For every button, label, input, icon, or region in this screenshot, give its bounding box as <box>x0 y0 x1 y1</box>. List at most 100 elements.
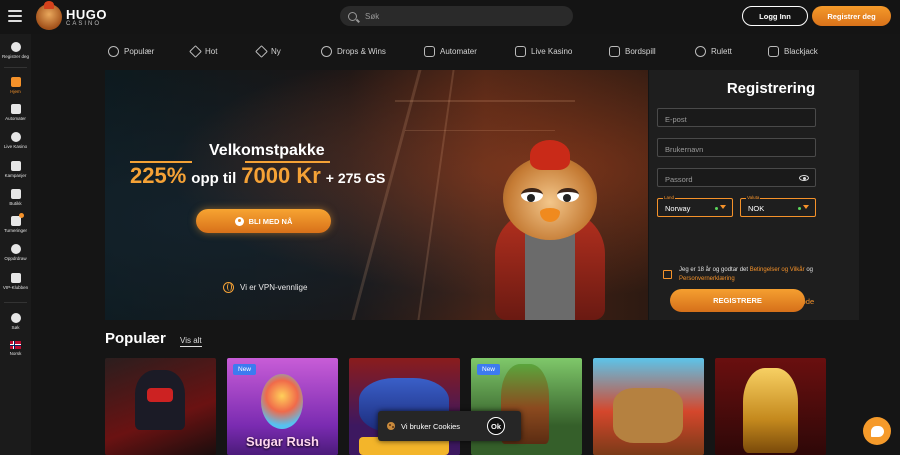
roulette-icon <box>695 45 706 57</box>
join-now-button[interactable]: BLI MED NÅ <box>196 209 331 233</box>
game-tile[interactable]: Sugar Rush New <box>227 358 338 455</box>
registration-title: Registrering <box>726 80 816 97</box>
sidebar-item-label: VIP-Klubben <box>2 285 29 290</box>
logo[interactable]: HUGO CASINO <box>36 1 116 31</box>
top-bar: HUGO CASINO Søk Logg Inn Registrer deg <box>0 0 900 34</box>
category-label: Live Kasino <box>531 46 573 56</box>
sidebar-item-label: Automater <box>5 116 26 121</box>
sidebar-item-promotions[interactable]: Kampanjer <box>0 161 31 178</box>
cookie-text: Vi bruker Cookies <box>401 421 461 431</box>
sidebar-item-slots[interactable]: Automater <box>0 104 31 121</box>
category-new[interactable]: Ny <box>255 44 281 58</box>
game-tile[interactable] <box>105 358 216 455</box>
category-live-casino[interactable]: Live Kasino <box>515 44 572 58</box>
category-label: Drops & Wins <box>337 46 386 56</box>
sidebar-item-shop[interactable]: Butikk <box>0 189 31 206</box>
home-icon <box>10 77 21 87</box>
sidebar-item-register[interactable]: Registrer deg <box>0 42 31 59</box>
mascot-eye <box>521 188 543 202</box>
category-hot[interactable]: Hot <box>189 44 218 58</box>
cookie-icon <box>387 422 395 430</box>
main-content: Populær Hot Ny Drops & Wins Automater Li… <box>31 34 900 455</box>
username-field[interactable] <box>657 138 816 158</box>
game-art <box>743 368 798 453</box>
category-label: Ny <box>271 46 281 56</box>
sidebar-item-label: Registrer deg <box>1 54 29 59</box>
terms-checkbox[interactable] <box>663 270 672 279</box>
new-icon <box>255 44 268 58</box>
offer-percent: 225% <box>130 163 187 188</box>
sidebar-item-home[interactable]: Hjem <box>0 77 31 94</box>
drops-icon <box>321 45 332 57</box>
game-tile[interactable] <box>593 358 704 455</box>
game-tile[interactable] <box>715 358 826 455</box>
sidebar-item-label: Turneringer <box>3 228 28 233</box>
currency-caption: Valuta <box>746 195 761 200</box>
menu-toggle-icon[interactable] <box>8 10 22 22</box>
sidebar-item-search[interactable]: Søk <box>0 313 31 330</box>
currency-select[interactable]: Valuta NOK <box>740 195 816 217</box>
user-icon <box>234 216 244 226</box>
game-art <box>147 388 173 402</box>
privacy-link[interactable]: Personvernerklæring <box>679 276 735 282</box>
password-field[interactable] <box>657 168 816 188</box>
spade-icon <box>515 45 526 57</box>
offer-mid: opp til <box>191 170 237 187</box>
sidebar-item-label: Norsk <box>9 351 22 356</box>
category-roulette[interactable]: Rulett <box>695 44 732 58</box>
login-button[interactable]: Logg Inn <box>742 6 808 26</box>
eye-icon[interactable] <box>799 175 809 181</box>
sidebar-item-missions[interactable]: Oppdrdraw <box>0 244 31 261</box>
sidebar-item-language[interactable]: Norsk <box>0 341 31 356</box>
popular-title: Populær <box>105 330 166 347</box>
register-top-button[interactable]: Registrer deg <box>812 6 891 26</box>
sidebar-divider <box>4 302 27 303</box>
sidebar-item-live-casino[interactable]: Live Kasino <box>0 132 31 149</box>
crown-icon <box>10 273 21 283</box>
category-label: Hot <box>205 46 218 56</box>
sidebar-item-label: Butikk <box>9 201 22 206</box>
category-drops-wins[interactable]: Drops & Wins <box>321 44 386 58</box>
terms-prefix: Jeg er 18 år og godtar det <box>679 267 749 273</box>
category-table-games[interactable]: Bordspill <box>609 44 656 58</box>
email-input[interactable] <box>658 111 815 128</box>
logo-sub-text: CASINO <box>66 20 102 27</box>
password-input[interactable] <box>658 171 815 188</box>
hero-light-stripe <box>405 130 555 131</box>
valid-dot-icon <box>715 207 718 210</box>
category-slots[interactable]: Automater <box>424 44 477 58</box>
vpn-label: Vi er VPN-vennlige <box>240 283 308 292</box>
terms-mid: og <box>806 267 813 273</box>
globe-icon <box>223 282 234 293</box>
sidebar-item-tournaments[interactable]: Turneringer <box>0 213 31 233</box>
sidebar-item-vip[interactable]: VIP-Klubben <box>0 273 31 290</box>
blackjack-icon <box>768 45 779 57</box>
mascot-image <box>485 140 615 320</box>
gift-icon <box>10 161 21 171</box>
sidebar-item-label: Kampanjer <box>4 173 27 178</box>
email-field[interactable] <box>657 108 816 128</box>
register-submit-button[interactable]: REGISTRERE <box>670 289 805 312</box>
trophy-icon <box>10 213 24 226</box>
mascot-eye <box>557 188 579 202</box>
sidebar-item-label: Oppdrdraw <box>4 256 27 261</box>
vpn-friendly: Vi er VPN-vennlige <box>223 282 307 293</box>
hero-offer: 225% opp til 7000 Kr + 275 GS <box>130 163 385 189</box>
logo-text: HUGO CASINO <box>66 8 107 27</box>
cookie-ok-button[interactable]: Ok <box>487 417 505 435</box>
country-select[interactable]: Land Norway <box>657 195 733 217</box>
registration-panel: Registrering Land Norway Valuta NOK Jeg … <box>649 70 859 320</box>
category-label: Populær <box>124 46 155 56</box>
country-value: Norway <box>665 204 691 213</box>
game-art <box>613 388 683 443</box>
see-all-link[interactable]: Vis alt <box>180 336 202 347</box>
join-label: BLI MED NÅ <box>248 216 293 226</box>
category-label: Automater <box>440 46 477 56</box>
category-popular[interactable]: Populær <box>108 44 154 58</box>
chat-button[interactable] <box>863 417 891 445</box>
flame-icon <box>189 44 202 58</box>
username-input[interactable] <box>658 141 815 158</box>
terms-link[interactable]: Betingelser og Vilkår <box>750 267 805 273</box>
search-input[interactable]: Søk <box>340 6 573 26</box>
category-blackjack[interactable]: Blackjack <box>768 44 818 58</box>
